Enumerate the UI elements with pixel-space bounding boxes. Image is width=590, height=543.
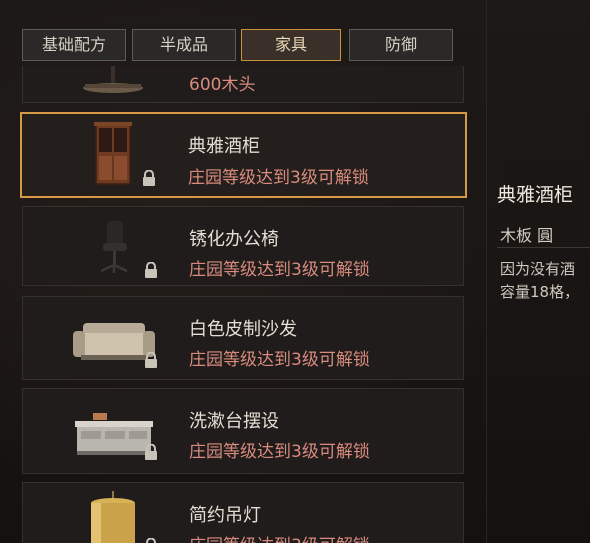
list-item[interactable]: 白色皮制沙发 庄园等级达到3级可解锁: [22, 296, 464, 380]
item-unlock-requirement: 庄园等级达到3级可解锁: [189, 260, 370, 280]
item-unlock-requirement: 庄园等级达到3级可解锁: [189, 531, 370, 543]
detail-description-line: 因为没有酒: [500, 260, 576, 278]
item-unlock-requirement: 庄园等级达到3级可解锁: [188, 168, 369, 188]
detail-title: 典雅酒柜: [497, 184, 574, 206]
lock-icon: [146, 538, 156, 543]
list-item-selected[interactable]: 典雅酒柜 庄园等级达到3级可解锁: [20, 112, 467, 198]
recipe-list[interactable]: 600木头 典雅酒柜 庄园等级达到3级可解锁 锈化办公椅 庄园等级达到3级可解锁…: [20, 66, 468, 543]
item-name: 白色皮制沙发: [189, 319, 297, 340]
item-unlock-requirement: 庄园等级达到3级可解锁: [189, 442, 370, 462]
item-name: 典雅酒柜: [188, 136, 260, 157]
item-name: 锈化办公椅: [189, 229, 279, 250]
tab-defense[interactable]: 防御: [349, 29, 453, 61]
lock-icon: [145, 444, 157, 460]
item-cost: 600木头: [189, 75, 256, 95]
pendant-lamp-icon: [91, 491, 135, 543]
list-item[interactable]: 600木头: [22, 66, 464, 103]
detail-description-line: 容量18格，: [500, 283, 580, 301]
tab-furniture[interactable]: 家具: [241, 29, 341, 61]
lock-icon: [143, 170, 155, 186]
list-item[interactable]: 简约吊灯 庄园等级达到3级可解锁: [22, 482, 464, 543]
list-item[interactable]: 锈化办公椅 庄园等级达到3级可解锁: [22, 206, 464, 286]
detail-separator: [497, 247, 590, 248]
panel-divider: [486, 0, 487, 543]
lock-icon: [145, 352, 157, 368]
tab-basic-recipes[interactable]: 基础配方: [22, 29, 126, 61]
detail-description: 因为没有酒 容量18格，: [500, 258, 590, 304]
list-item[interactable]: 洗漱台摆设 庄园等级达到3级可解锁: [22, 388, 464, 474]
tab-semi-finished[interactable]: 半成品: [132, 29, 236, 61]
detail-material: 木板 圓: [500, 226, 554, 245]
lock-icon: [145, 262, 157, 278]
item-unlock-requirement: 庄园等级达到3级可解锁: [189, 350, 370, 370]
table-furniture-icon: [83, 66, 143, 93]
item-name: 简约吊灯: [189, 505, 261, 526]
item-name: 洗漱台摆设: [189, 411, 279, 432]
